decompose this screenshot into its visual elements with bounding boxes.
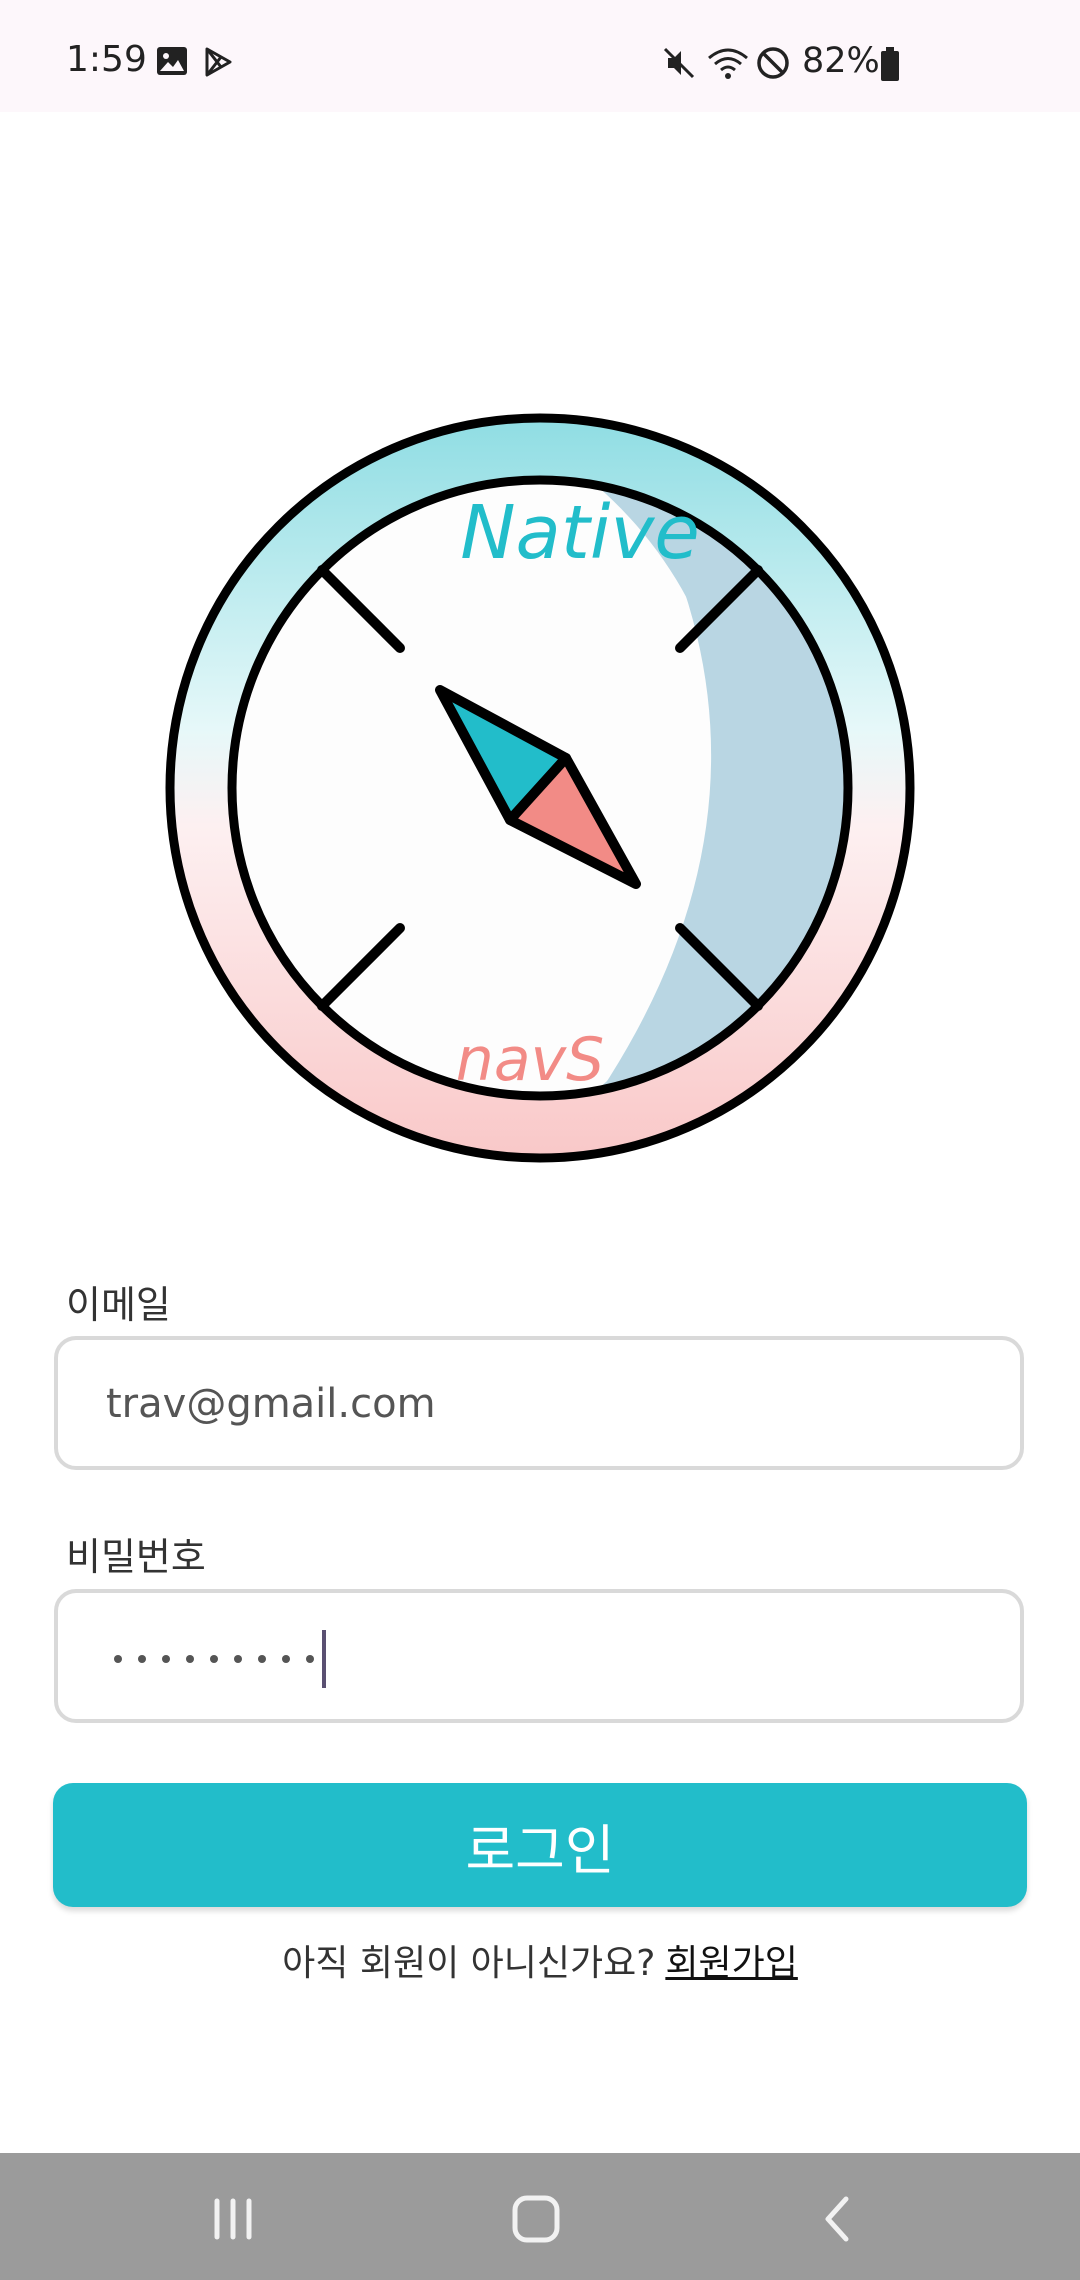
email-field[interactable]: trav@gmail.com [54, 1336, 1024, 1470]
password-dot [114, 1655, 122, 1663]
recent-apps-icon[interactable] [203, 2189, 263, 2249]
email-value: trav@gmail.com [106, 1381, 436, 1427]
email-label: 이메일 [66, 1283, 171, 1327]
mute-icon [663, 47, 695, 79]
login-button-label: 로그인 [465, 1818, 615, 1882]
password-field[interactable] [54, 1589, 1024, 1723]
image-icon [157, 47, 187, 75]
logo-bottom-text: navS [456, 1025, 604, 1095]
do-not-disturb-icon [757, 47, 789, 79]
battery-icon [881, 47, 899, 81]
password-dot [306, 1655, 314, 1663]
password-dot [282, 1655, 290, 1663]
text-cursor [322, 1630, 326, 1688]
app-logo: Native navS [165, 413, 915, 1163]
signup-link[interactable]: 회원가입 [665, 1943, 797, 1984]
wifi-icon [708, 48, 748, 79]
password-dot [234, 1655, 242, 1663]
home-icon[interactable] [506, 2189, 566, 2249]
signup-row: 아직 회원이 아니신가요? 회원가입 [0, 1942, 1080, 1985]
status-bar: 1:59 82% [0, 0, 1080, 112]
logo-top-text: Native [460, 490, 700, 576]
password-dot [138, 1655, 146, 1663]
signup-prompt: 아직 회원이 아니신가요? [282, 1943, 656, 1984]
password-label: 비밀번호 [66, 1535, 206, 1579]
password-dot [162, 1655, 170, 1663]
back-icon[interactable] [808, 2189, 868, 2249]
play-store-icon [205, 47, 232, 77]
battery-percent: 82% [802, 41, 880, 81]
password-dot [210, 1655, 218, 1663]
password-dot [186, 1655, 194, 1663]
status-time: 1:59 [66, 39, 147, 80]
password-dots [114, 1630, 326, 1688]
password-dot [258, 1655, 266, 1663]
login-button[interactable]: 로그인 [53, 1783, 1027, 1907]
navigation-bar [0, 2153, 1080, 2280]
